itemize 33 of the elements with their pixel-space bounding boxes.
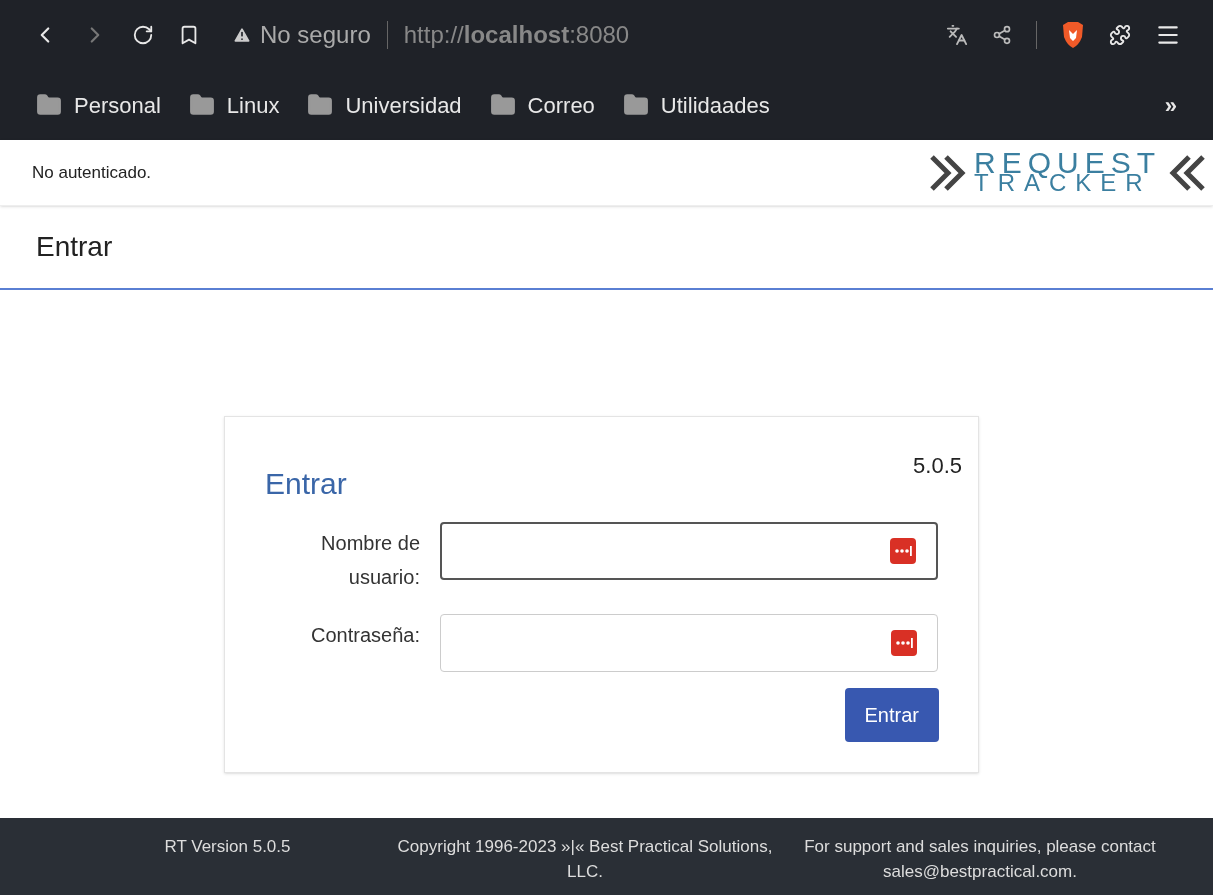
lion-shield-icon[interactable] <box>1061 21 1085 49</box>
folder-icon <box>36 92 62 118</box>
warning-icon <box>232 25 252 45</box>
input-field[interactable] <box>440 522 938 580</box>
folder-icon <box>622 92 649 118</box>
bookmark-item[interactable]: Linux <box>188 88 280 122</box>
version-label: 5.0.5 <box>913 452 962 480</box>
footer-text: For support and sales inquiries, please contact sales@bestpractical.com. <box>803 836 1157 883</box>
bookmark-item[interactable]: Utilidaades <box>622 88 770 122</box>
logo[interactable]: REQUEST TRACKER <box>929 150 1205 195</box>
bookmark-item[interactable]: Personal <box>36 88 161 122</box>
reload-icon[interactable] <box>132 24 154 46</box>
footer-text: Copyright 1996-2023 »|« Best Practical Solutions, LLC. <box>396 836 774 883</box>
bookmark-item[interactable]: Correo <box>489 88 595 122</box>
login-title: Entrar <box>265 466 347 502</box>
translate-icon[interactable] <box>946 24 968 46</box>
auth-status: No autenticado. <box>32 161 152 184</box>
security-status[interactable]: No seguro <box>260 17 371 53</box>
password-manager-icon[interactable] <box>891 630 917 656</box>
folder-icon <box>188 92 215 118</box>
overflow-button[interactable]: » <box>1164 88 1177 122</box>
extensions-icon[interactable] <box>1109 24 1131 46</box>
field-label: Contraseña: <box>310 623 420 648</box>
url-field[interactable]: http://localhost:8080 <box>403 17 630 53</box>
page-title: Entrar <box>36 230 113 264</box>
folder-icon <box>307 92 334 118</box>
footer-text: RT Version 5.0.5 <box>163 836 292 858</box>
bookmark-item[interactable]: Universidad <box>307 88 462 122</box>
share-icon[interactable] <box>992 25 1012 45</box>
password-manager-icon[interactable] <box>890 538 916 564</box>
folder-icon <box>489 92 516 118</box>
field-label: Nombre de usuario: <box>320 531 420 590</box>
submit-button[interactable]: Entrar <box>844 688 939 742</box>
